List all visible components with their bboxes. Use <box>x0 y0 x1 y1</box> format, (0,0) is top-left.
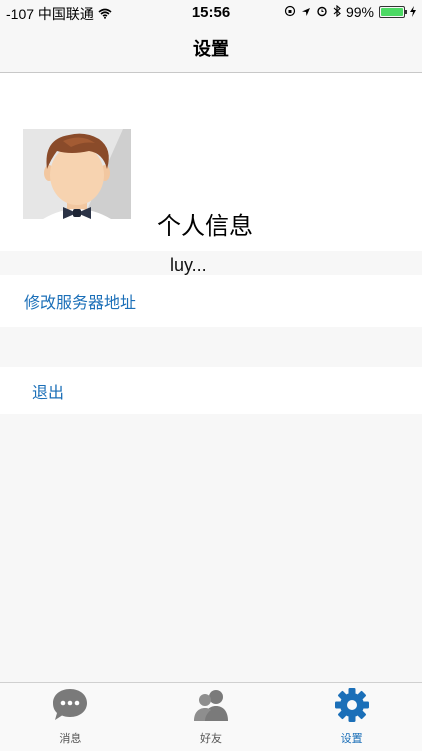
orientation-lock-icon <box>284 4 296 20</box>
status-bar: -107 中国联通 15:56 99% <box>0 0 422 24</box>
avatar[interactable] <box>23 129 131 219</box>
logout-row[interactable]: 退出 <box>0 367 422 414</box>
change-server-row[interactable]: 修改服务器地址 <box>0 275 422 327</box>
battery-percent: 99% <box>345 4 374 20</box>
change-server-label: 修改服务器地址 <box>24 295 137 312</box>
logout-label: 退出 <box>32 384 65 402</box>
alarm-icon <box>316 4 328 20</box>
tab-messages[interactable]: 消息 <box>0 683 141 751</box>
profile-username: luy... <box>170 255 207 275</box>
tab-messages-label: 消息 <box>59 733 82 745</box>
tab-settings-label: 设置 <box>340 733 363 745</box>
tab-friends[interactable]: 好友 <box>141 683 282 751</box>
chat-bubble-icon <box>51 687 89 728</box>
tab-bar: 消息 好友 设置 <box>0 682 422 751</box>
page-title: 设置 <box>193 39 229 59</box>
tab-settings[interactable]: 设置 <box>281 683 422 751</box>
location-icon <box>301 4 311 20</box>
gear-icon <box>333 687 371 728</box>
friends-icon <box>192 687 230 728</box>
profile-card[interactable]: 个人信息 luy... <box>0 73 422 275</box>
tab-friends-label: 好友 <box>200 733 222 745</box>
battery-fill <box>381 8 403 16</box>
profile-name: 个人信息 <box>157 213 253 240</box>
battery-icon <box>379 6 407 18</box>
bluetooth-icon <box>333 4 341 20</box>
charging-icon <box>410 4 416 20</box>
avatar-illustration <box>23 129 131 219</box>
status-right: 99% <box>284 4 416 20</box>
nav-bar: 设置 <box>0 24 422 73</box>
